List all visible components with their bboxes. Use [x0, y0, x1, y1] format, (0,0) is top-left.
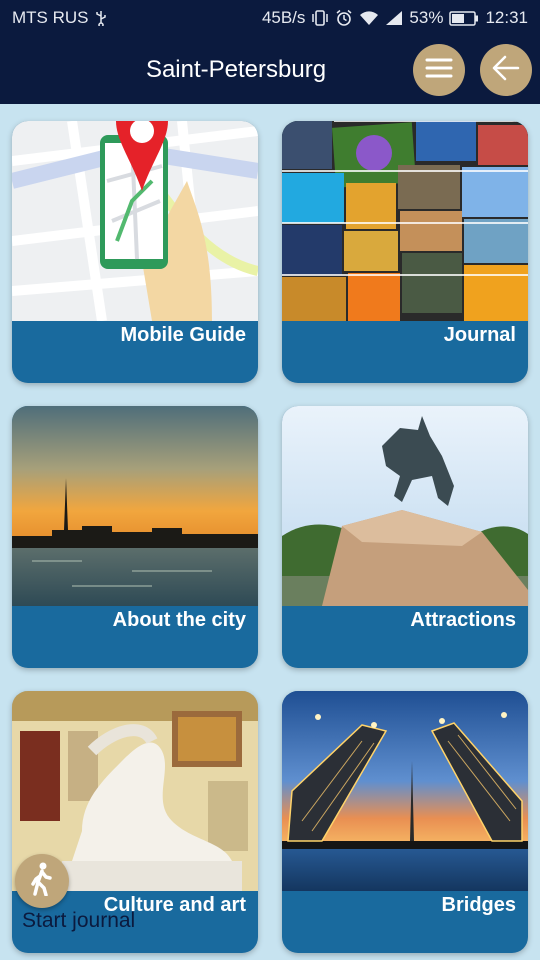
walking-person-icon	[27, 862, 57, 901]
bronze-horseman-image	[282, 406, 528, 606]
alarm-icon	[335, 9, 353, 27]
tile-bridges[interactable]: Bridges	[282, 691, 528, 953]
arrow-left-icon	[490, 54, 522, 87]
tile-mobile-guide[interactable]: Mobile Guide	[12, 121, 258, 383]
tile-about-the-city[interactable]: About the city	[12, 406, 258, 668]
carrier-name: MTS RUS	[12, 8, 89, 27]
tile-label: Mobile Guide	[120, 324, 246, 346]
vibrate-icon	[311, 9, 329, 27]
battery-icon	[449, 10, 479, 26]
start-journal-button[interactable]	[15, 854, 69, 908]
journal-collage-image	[282, 121, 528, 321]
wifi-icon	[359, 10, 379, 26]
clock: 12:31	[485, 8, 528, 27]
city-sunset-image	[12, 406, 258, 606]
drawbridge-night-image	[282, 691, 528, 891]
tile-label: Journal	[443, 324, 516, 346]
status-bar: MTS RUS 45B/s 53% 12:31	[0, 0, 540, 36]
hamburger-icon	[425, 57, 453, 84]
back-button[interactable]	[480, 44, 532, 96]
mobile-guide-image	[12, 121, 258, 321]
tile-journal[interactable]: Journal	[282, 121, 528, 383]
tile-label: Bridges	[441, 894, 516, 916]
tile-label: About the city	[112, 609, 246, 631]
usb-icon	[95, 10, 107, 26]
battery-percent: 53%	[409, 8, 444, 27]
menu-grid: Mobile Guide Journal About the city Attr…	[0, 104, 540, 960]
page-title: Saint-Petersburg	[145, 56, 327, 83]
menu-button[interactable]	[413, 44, 465, 96]
app-bar: Saint-Petersburg	[0, 36, 540, 104]
tile-attractions[interactable]: Attractions	[282, 406, 528, 668]
signal-icon	[385, 10, 403, 26]
network-speed: 45B/s	[261, 8, 306, 27]
tile-label: Attractions	[410, 609, 516, 631]
start-journal-label[interactable]: Start journal	[22, 909, 135, 933]
